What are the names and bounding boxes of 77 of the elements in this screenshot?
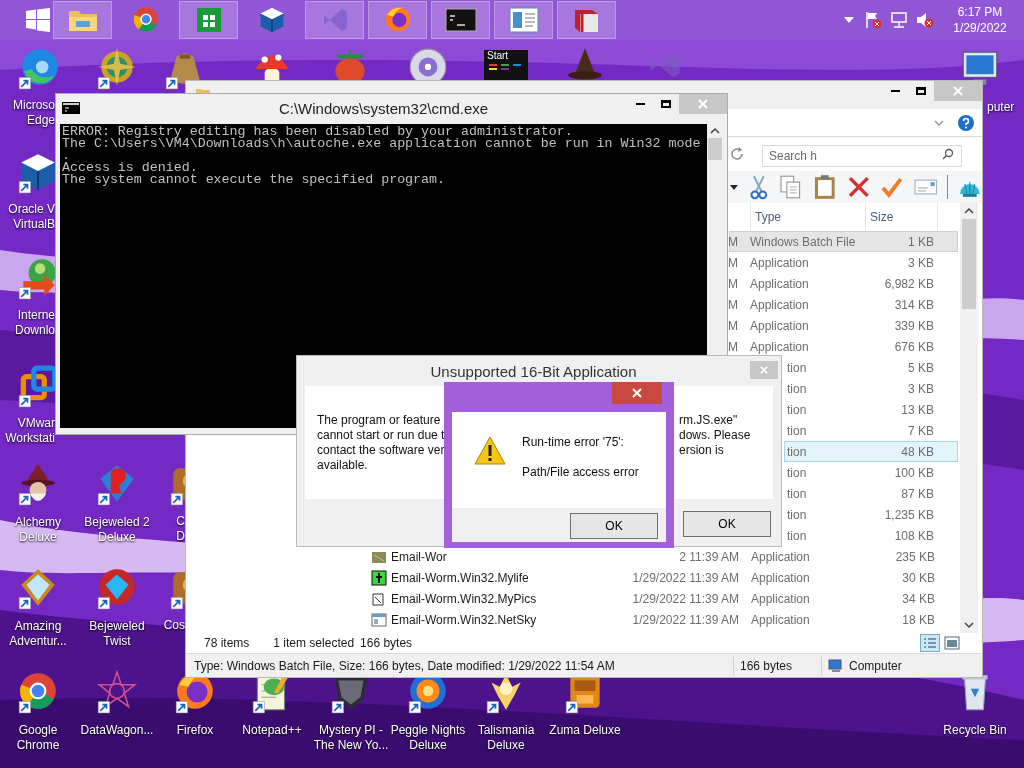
file-date: M	[728, 338, 738, 356]
file-size: 3 KB	[908, 255, 934, 270]
file-size: 18 KB	[902, 612, 935, 627]
file-size: 5 KB	[908, 360, 934, 375]
dialog-text: rm.JS.exe"	[679, 413, 739, 428]
file-type: Application	[751, 569, 810, 587]
file-type: tion	[787, 422, 807, 440]
dialog-text: contact the software ver	[317, 443, 445, 458]
file-date: M	[728, 296, 738, 314]
file-size: 13 KB	[901, 402, 934, 417]
file-type: tion	[787, 464, 807, 482]
file-name: Email-Worm.Win32.Mylife	[391, 569, 529, 587]
error-message: Run-time error '75':	[522, 434, 625, 450]
file-type: Application	[750, 338, 809, 356]
file-size: 1 KB	[908, 234, 934, 249]
dialog-text: ersion is	[679, 443, 725, 458]
start-tile-label: Start	[487, 50, 509, 62]
file-size: 676 KB	[894, 339, 934, 354]
file-type: tion	[787, 401, 807, 419]
file-name: Email-Worm.Win32.NetSky	[391, 611, 537, 629]
file-date: M	[728, 254, 738, 272]
file-date: 1/29/2022 11:39 AM	[632, 590, 739, 608]
file-size: 30 KB	[902, 570, 935, 585]
file-date: 1/29/2022 11:39 AM	[632, 569, 739, 587]
file-size: 1,235 KB	[884, 507, 934, 522]
dialog-text: available.	[317, 458, 368, 473]
details-text: Type: Windows Batch File, Size: 166 bytes, Date modified: 1/29/2022 11:54 AM	[186, 656, 734, 675]
file-date: M	[728, 275, 738, 293]
console-line: ERROR: Registry editing has been disabled by your administrator.	[62, 126, 574, 138]
file-type: tion	[787, 359, 807, 377]
console-line: .	[62, 150, 70, 162]
console-line: The C:\Users\VM4\Downloads\h\autoche.exe application cannot be run in Win32 mode	[62, 138, 702, 150]
dialog-text: dows. Please	[679, 428, 751, 443]
file-size: 48 KB	[901, 444, 934, 459]
file-type: Application	[750, 317, 809, 335]
dialog-text: cannot start or run due t	[317, 428, 445, 443]
file-type: tion	[787, 443, 807, 461]
file-size: 34 KB	[902, 591, 935, 606]
file-type: Application	[750, 296, 809, 314]
file-name: Email-Wor	[391, 548, 447, 566]
file-date: 2 11:39 AM	[679, 548, 739, 566]
file-size: 7 KB	[908, 423, 934, 438]
clock-date: 1/29/2022	[953, 20, 1007, 36]
file-type: tion	[787, 485, 807, 503]
clock-time: 6:17 PM	[957, 4, 1003, 20]
dialog-title: Unsupported 16-Bit Application	[429, 362, 638, 382]
file-size: 235 KB	[895, 549, 935, 564]
item-count: 78 items	[204, 635, 250, 652]
selection-size: 166 bytes	[360, 635, 413, 652]
file-type: Windows Batch File	[750, 233, 856, 251]
selection-info: 1 item selected	[273, 635, 355, 652]
file-size: 339 KB	[894, 318, 934, 333]
details-size: 166 bytes	[734, 656, 822, 675]
console-line: Access is denied.	[62, 162, 199, 174]
console-line: The system cannot execute the specified program.	[62, 174, 446, 186]
file-date: M	[728, 317, 738, 335]
file-type: tion	[787, 527, 807, 545]
file-type: Application	[750, 275, 809, 293]
file-name: Email-Worm.Win32.MyPics	[391, 590, 537, 608]
file-type: Application	[751, 590, 810, 608]
file-size: 6,982 KB	[884, 276, 934, 291]
dialog-text: The program or feature	[317, 413, 441, 428]
file-size: 87 KB	[901, 486, 934, 501]
file-type: Application	[751, 548, 810, 566]
file-type: tion	[787, 380, 807, 398]
file-size: 108 KB	[894, 528, 934, 543]
error-message: Path/File access error	[522, 464, 639, 480]
window-title: C:\Windows\system32\cmd.exe	[277, 99, 490, 119]
file-size: 3 KB	[908, 381, 934, 396]
file-type: Application	[750, 254, 809, 272]
file-date: 1/29/2022 11:39 AM	[632, 611, 739, 629]
file-date: M	[728, 233, 738, 251]
details-location: Computer	[849, 657, 902, 675]
file-type: Application	[751, 611, 810, 629]
file-size: 314 KB	[894, 297, 934, 312]
file-type: tion	[787, 506, 807, 524]
file-size: 100 KB	[894, 465, 934, 480]
